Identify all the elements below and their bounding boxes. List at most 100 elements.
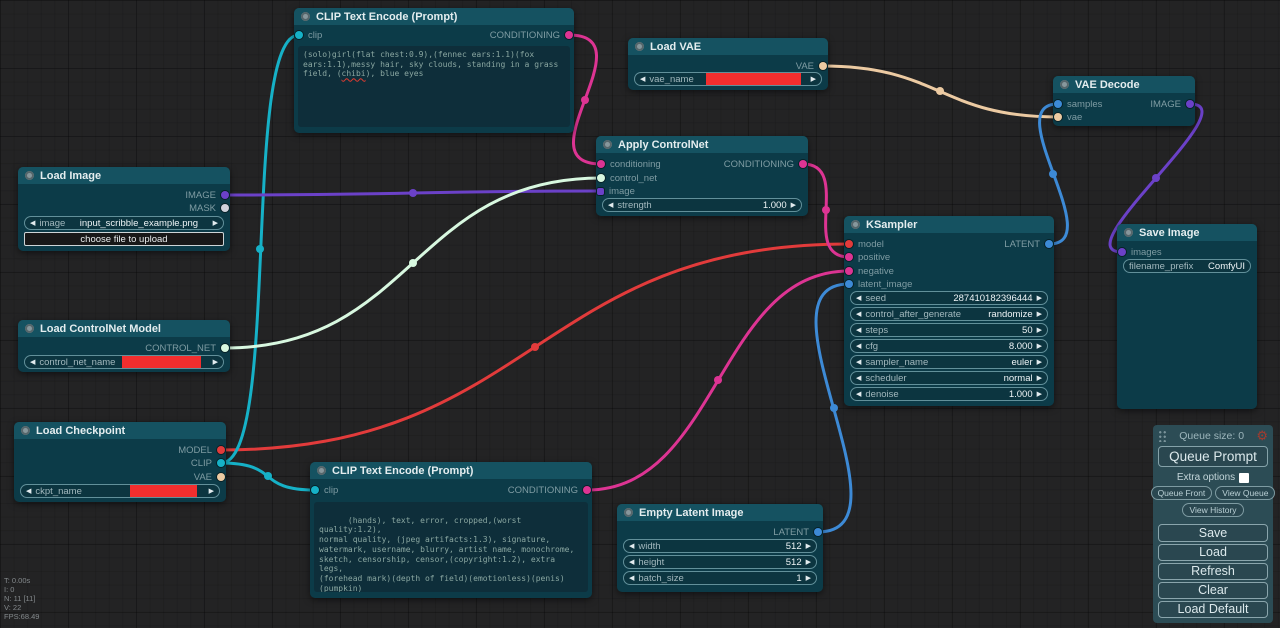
input-slot-negative[interactable]: negative bbox=[845, 265, 894, 277]
scheduler-widget[interactable]: scheduler normal bbox=[850, 371, 1048, 385]
image-file-widget[interactable]: image input_scribble_example.png bbox=[24, 216, 224, 230]
decrement-arrow-icon[interactable] bbox=[640, 76, 645, 83]
conditioning-input-dot-icon[interactable] bbox=[845, 253, 853, 261]
steps-widget[interactable]: steps 50 bbox=[850, 323, 1048, 337]
model-input-dot-icon[interactable] bbox=[845, 240, 853, 248]
strength-widget[interactable]: strength 1.000 bbox=[602, 198, 802, 212]
view-history-button[interactable]: View History bbox=[1182, 503, 1243, 517]
link-midpoint-dot[interactable] bbox=[531, 343, 539, 351]
node-titlebar[interactable]: KSampler bbox=[844, 216, 1054, 233]
vae-output-dot-icon[interactable] bbox=[819, 62, 827, 70]
input-slot-clip[interactable]: clip bbox=[295, 29, 322, 41]
conditioning-input-dot-icon[interactable] bbox=[597, 160, 605, 168]
increment-arrow-icon[interactable] bbox=[1037, 343, 1042, 350]
image-input-dot-icon[interactable] bbox=[1118, 248, 1126, 256]
latent-input-dot-icon[interactable] bbox=[1054, 100, 1062, 108]
mask-output-dot-icon[interactable] bbox=[221, 204, 229, 212]
increment-arrow-icon[interactable] bbox=[213, 359, 218, 366]
input-slot-images[interactable]: images bbox=[1118, 246, 1162, 258]
node-titlebar[interactable]: Empty Latent Image bbox=[617, 504, 823, 521]
input-slot-control-net[interactable]: control_net bbox=[597, 172, 657, 184]
clip-output-dot-icon[interactable] bbox=[217, 459, 225, 467]
image-output-dot-icon[interactable] bbox=[221, 191, 229, 199]
positive-prompt-textarea[interactable]: (solo)girl(flat chest:0.9),(fennec ears:… bbox=[298, 46, 570, 127]
link-midpoint-dot[interactable] bbox=[714, 376, 722, 384]
control-net-input-dot-icon[interactable] bbox=[597, 174, 605, 182]
latent-input-dot-icon[interactable] bbox=[845, 280, 853, 288]
output-slot-latent[interactable]: LATENT bbox=[773, 526, 822, 538]
node-clip-text-encode-negative[interactable]: CLIP Text Encode (Prompt) clip CONDITION… bbox=[310, 462, 592, 598]
input-slot-latent-image[interactable]: latent_image bbox=[845, 278, 912, 290]
cfg-widget[interactable]: cfg 8.000 bbox=[850, 339, 1048, 353]
collapse-dot-icon[interactable] bbox=[21, 426, 30, 435]
conditioning-output-dot-icon[interactable] bbox=[799, 160, 807, 168]
input-slot-model[interactable]: model bbox=[845, 238, 884, 250]
collapse-dot-icon[interactable] bbox=[25, 171, 34, 180]
clip-input-dot-icon[interactable] bbox=[311, 486, 319, 494]
collapse-dot-icon[interactable] bbox=[301, 12, 310, 21]
link-midpoint-dot[interactable] bbox=[830, 404, 838, 412]
link-midpoint-dot[interactable] bbox=[409, 189, 417, 197]
clip-input-dot-icon[interactable] bbox=[295, 31, 303, 39]
node-apply-controlnet[interactable]: Apply ControlNet conditioning control_ne… bbox=[596, 136, 808, 216]
decrement-arrow-icon[interactable] bbox=[856, 343, 861, 350]
decrement-arrow-icon[interactable] bbox=[856, 295, 861, 302]
conditioning-output-dot-icon[interactable] bbox=[583, 486, 591, 494]
node-load-checkpoint[interactable]: Load Checkpoint MODEL CLIP VAE ckpt_name bbox=[14, 422, 226, 502]
image-output-dot-icon[interactable] bbox=[1186, 100, 1194, 108]
link-midpoint-dot[interactable] bbox=[256, 245, 264, 253]
seed-widget[interactable]: seed 287410182396444 bbox=[850, 291, 1048, 305]
queue-front-button[interactable]: Queue Front bbox=[1151, 486, 1213, 500]
node-titlebar[interactable]: CLIP Text Encode (Prompt) bbox=[310, 462, 592, 479]
output-slot-mask[interactable]: MASK bbox=[189, 202, 229, 214]
input-slot-samples[interactable]: samples bbox=[1054, 98, 1102, 110]
settings-gear-icon[interactable] bbox=[1256, 429, 1268, 442]
collapse-dot-icon[interactable] bbox=[603, 140, 612, 149]
queue-prompt-button[interactable]: Queue Prompt bbox=[1158, 446, 1268, 467]
increment-arrow-icon[interactable] bbox=[209, 488, 214, 495]
decrement-arrow-icon[interactable] bbox=[26, 488, 31, 495]
input-slot-positive[interactable]: positive bbox=[845, 251, 890, 263]
increment-arrow-icon[interactable] bbox=[806, 575, 811, 582]
load-default-button[interactable]: Load Default bbox=[1158, 601, 1268, 618]
latent-output-dot-icon[interactable] bbox=[814, 528, 822, 536]
decrement-arrow-icon[interactable] bbox=[30, 220, 35, 227]
load-button[interactable]: Load bbox=[1158, 544, 1268, 561]
decrement-arrow-icon[interactable] bbox=[629, 543, 634, 550]
increment-arrow-icon[interactable] bbox=[1037, 311, 1042, 318]
output-slot-vae[interactable]: VAE bbox=[796, 60, 827, 72]
decrement-arrow-icon[interactable] bbox=[629, 559, 634, 566]
increment-arrow-icon[interactable] bbox=[1037, 295, 1042, 302]
conditioning-output-dot-icon[interactable] bbox=[565, 31, 573, 39]
node-load-vae[interactable]: Load VAE VAE vae_name bbox=[628, 38, 828, 90]
decrement-arrow-icon[interactable] bbox=[856, 375, 861, 382]
link-midpoint-dot[interactable] bbox=[822, 206, 830, 214]
output-slot-clip[interactable]: CLIP bbox=[191, 457, 225, 469]
output-slot-image[interactable]: IMAGE bbox=[185, 189, 229, 201]
decrement-arrow-icon[interactable] bbox=[629, 575, 634, 582]
increment-arrow-icon[interactable] bbox=[806, 559, 811, 566]
decrement-arrow-icon[interactable] bbox=[856, 327, 861, 334]
node-titlebar[interactable]: CLIP Text Encode (Prompt) bbox=[294, 8, 574, 25]
output-slot-conditioning[interactable]: CONDITIONING bbox=[490, 29, 573, 41]
node-titlebar[interactable]: VAE Decode bbox=[1053, 76, 1195, 93]
node-save-image[interactable]: Save Image images filename_prefix ComfyU… bbox=[1117, 224, 1257, 409]
link-midpoint-dot[interactable] bbox=[1049, 170, 1057, 178]
increment-arrow-icon[interactable] bbox=[1037, 327, 1042, 334]
extra-options-checkbox[interactable] bbox=[1239, 473, 1249, 483]
collapse-dot-icon[interactable] bbox=[624, 508, 633, 517]
node-titlebar[interactable]: Load VAE bbox=[628, 38, 828, 55]
image-input-dot-icon[interactable] bbox=[597, 188, 604, 195]
decrement-arrow-icon[interactable] bbox=[608, 202, 613, 209]
link-midpoint-dot[interactable] bbox=[1152, 174, 1160, 182]
collapse-dot-icon[interactable] bbox=[851, 220, 860, 229]
node-ksampler[interactable]: KSampler model positive negative latent_… bbox=[844, 216, 1054, 406]
conditioning-input-dot-icon[interactable] bbox=[845, 267, 853, 275]
output-slot-latent[interactable]: LATENT bbox=[1004, 238, 1053, 250]
refresh-button[interactable]: Refresh bbox=[1158, 563, 1268, 580]
node-titlebar[interactable]: Load Image bbox=[18, 167, 230, 184]
node-titlebar[interactable]: Load ControlNet Model bbox=[18, 320, 230, 337]
denoise-widget[interactable]: denoise 1.000 bbox=[850, 387, 1048, 401]
increment-arrow-icon[interactable] bbox=[806, 543, 811, 550]
ckpt-name-widget[interactable]: ckpt_name bbox=[20, 484, 220, 498]
